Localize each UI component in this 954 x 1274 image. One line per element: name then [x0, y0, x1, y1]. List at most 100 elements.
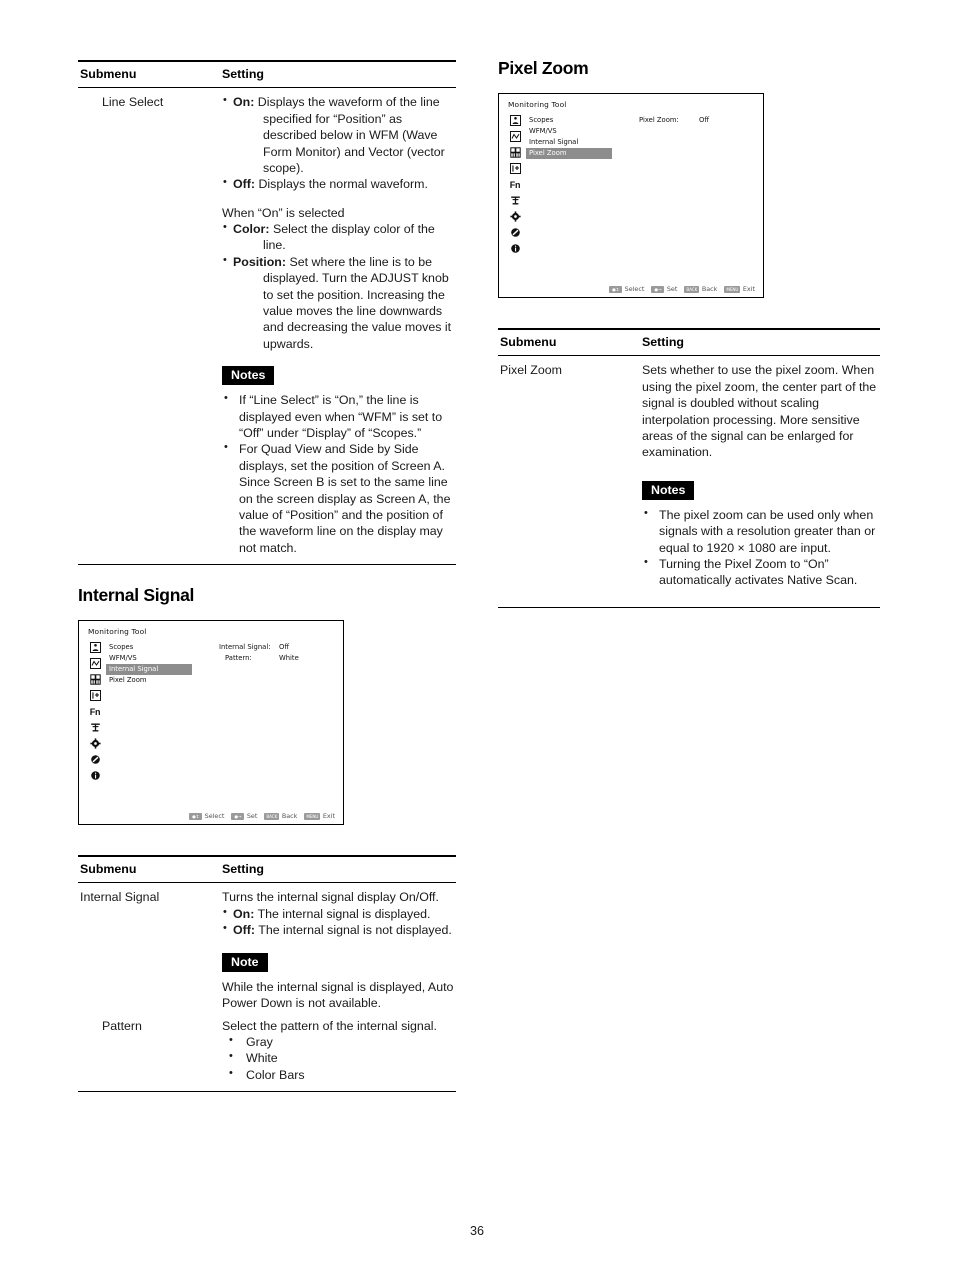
- pixel-zoom-table: Submenu Setting Pixel Zoom Sets whether …: [498, 328, 880, 607]
- gear-icon[interactable]: [89, 738, 101, 749]
- osd-menu-item-wfm-vs[interactable]: WFM/VS: [526, 126, 638, 137]
- osd-menu-item-internal-signal[interactable]: Internal Signal: [106, 664, 192, 676]
- osd-title: Monitoring Tool: [88, 627, 147, 637]
- bullet-color: Color: Select the display color of the l…: [222, 220, 454, 254]
- osd-menu-item-scopes[interactable]: Scopes: [526, 115, 638, 126]
- osd-menu-item-wfm-vs[interactable]: WFM/VS: [106, 653, 218, 664]
- statusbar-set: ●→ Set: [231, 812, 257, 820]
- note-item: Turning the Pixel Zoom to “On” automatic…: [642, 555, 878, 589]
- bullet-term: Off:: [233, 177, 256, 192]
- gear-icon[interactable]: [509, 211, 521, 222]
- bullet-text: Displays the waveform of the line specif…: [257, 95, 445, 175]
- bullet-on: On: Displays the waveform of the line sp…: [222, 93, 454, 176]
- option-gray: Gray: [222, 1033, 454, 1050]
- statusbar-label: Back: [281, 812, 298, 821]
- statusbar-back: BACK Back: [684, 285, 717, 293]
- user-icon[interactable]: [509, 115, 521, 126]
- input-icon[interactable]: [509, 163, 521, 174]
- osd-screenshot-pixel-zoom: Monitoring Tool Fn Scopes WFM/VS Interna…: [498, 93, 764, 298]
- column-header-submenu: Submenu: [78, 60, 218, 89]
- note-badge-wrap: Note: [222, 952, 454, 972]
- prohibited-icon[interactable]: [90, 754, 101, 765]
- option-white: White: [222, 1049, 454, 1066]
- bullet-term: On:: [233, 95, 255, 110]
- table-header-row: Submenu Setting: [78, 855, 456, 884]
- note-item: For Quad View and Side by Side displays,…: [222, 440, 454, 556]
- osd-screenshot-internal-signal: Monitoring Tool Fn Scopes WFM/VS Interna…: [78, 620, 344, 826]
- notes-badge: Notes: [222, 366, 275, 386]
- page-title-internal-signal: Internal Signal: [78, 585, 195, 606]
- right-column: Pixel Zoom Monitoring Tool Fn Scopes WFM…: [498, 58, 880, 608]
- anchor-icon[interactable]: [510, 195, 521, 206]
- prohibited-icon[interactable]: [510, 227, 521, 238]
- osd-value-value[interactable]: Off: [279, 642, 289, 653]
- info-icon[interactable]: [510, 243, 521, 254]
- osd-value-value[interactable]: Off: [699, 115, 709, 126]
- table-row: Pixel Zoom Sets whether to use the pixel…: [498, 356, 880, 607]
- osd-value-list: Internal Signal: Off Pattern: White: [219, 642, 337, 664]
- osd-menu-item-pixel-zoom[interactable]: Pixel Zoom: [526, 148, 612, 159]
- submenu-label-pattern: Pattern: [102, 1018, 142, 1033]
- setting-intro: Turns the internal signal display On/Off…: [222, 890, 439, 905]
- osd-value-value[interactable]: White: [279, 653, 299, 664]
- pattern-options: Gray White Color Bars: [222, 1033, 454, 1083]
- osd-value-row: Pattern: White: [219, 653, 337, 664]
- setting-description: Sets whether to use the pixel zoom. When…: [642, 363, 877, 460]
- osd-value-row: Pixel Zoom: Off: [639, 115, 757, 126]
- statusbar-set: ●→ Set: [651, 285, 677, 293]
- column-header-setting: Setting: [218, 60, 456, 89]
- bullet-text: Displays the normal waveform.: [258, 177, 428, 192]
- input-icon[interactable]: [89, 690, 101, 702]
- statusbar-label: Exit: [742, 285, 755, 293]
- statusbar-back: BACK Back: [264, 812, 297, 820]
- statusbar-exit: MENU Exit: [724, 285, 755, 293]
- table-row: Pattern Select the pattern of the intern…: [78, 1012, 456, 1092]
- line-select-notes: If “Line Select” is “On,” the line is di…: [222, 391, 454, 556]
- osd-value-list: Pixel Zoom: Off: [639, 115, 757, 126]
- osd-menu-item-pixel-zoom[interactable]: Pixel Zoom: [106, 675, 218, 686]
- grid-icon[interactable]: [509, 147, 521, 158]
- statusbar-select: ●↕ Select: [189, 812, 224, 820]
- setting-cell-line-select: On: Displays the waveform of the line sp…: [218, 88, 456, 564]
- submenu-label-internal-signal: Internal Signal: [80, 890, 160, 905]
- osd-statusbar: ●↕ Select ●→ Set BACK Back MENU Exit: [79, 812, 343, 820]
- statusbar-label: Back: [701, 285, 718, 293]
- key-badge: MENU: [304, 812, 321, 820]
- left-column: Submenu Setting Line Select On: Displays…: [78, 60, 456, 1093]
- osd-menu-item-scopes[interactable]: Scopes: [106, 642, 218, 653]
- column-header-submenu: Submenu: [498, 328, 638, 357]
- note-badge: Note: [222, 952, 268, 972]
- setting-cell-internal-signal: Turns the internal signal display On/Off…: [218, 883, 456, 1012]
- notes-badge: Notes: [642, 480, 695, 500]
- waveform-icon[interactable]: [89, 658, 101, 670]
- key-badge: ●↕: [189, 812, 203, 820]
- osd-value-label: Pattern:: [225, 654, 252, 663]
- table-row: Internal Signal Turns the internal signa…: [78, 883, 456, 1012]
- info-icon[interactable]: [90, 770, 101, 781]
- pixel-zoom-notes: The pixel zoom can be used only when sig…: [642, 506, 878, 589]
- notes-badge-wrap: Notes: [222, 366, 454, 386]
- anchor-icon[interactable]: [90, 722, 101, 733]
- key-badge: BACK: [684, 285, 700, 293]
- table-bottom-rule: [78, 1091, 456, 1093]
- fn-icon[interactable]: Fn: [510, 179, 521, 190]
- bullet-term: Off:: [233, 923, 256, 938]
- table-header-row: Submenu Setting: [78, 60, 456, 89]
- setting-intro: Select the pattern of the internal signa…: [222, 1018, 437, 1033]
- bullet-term: Color:: [233, 222, 270, 236]
- waveform-icon[interactable]: [509, 131, 521, 142]
- key-badge: MENU: [724, 285, 741, 293]
- fn-icon[interactable]: Fn: [90, 706, 101, 717]
- statusbar-label: Set: [246, 812, 258, 821]
- osd-menu-list: Scopes WFM/VS Internal Signal Pixel Zoom: [526, 115, 638, 159]
- column-header-setting: Setting: [638, 328, 880, 357]
- grid-icon[interactable]: [89, 674, 101, 685]
- statusbar-label: Exit: [322, 812, 335, 821]
- when-on-intro: When “On” is selected: [222, 205, 345, 220]
- notes-badge-wrap: Notes: [642, 480, 878, 500]
- osd-menu-item-internal-signal[interactable]: Internal Signal: [526, 137, 638, 148]
- when-on-bullets: Color: Select the display color of the l…: [222, 220, 454, 352]
- user-icon[interactable]: [89, 642, 101, 654]
- key-badge: BACK: [264, 812, 280, 820]
